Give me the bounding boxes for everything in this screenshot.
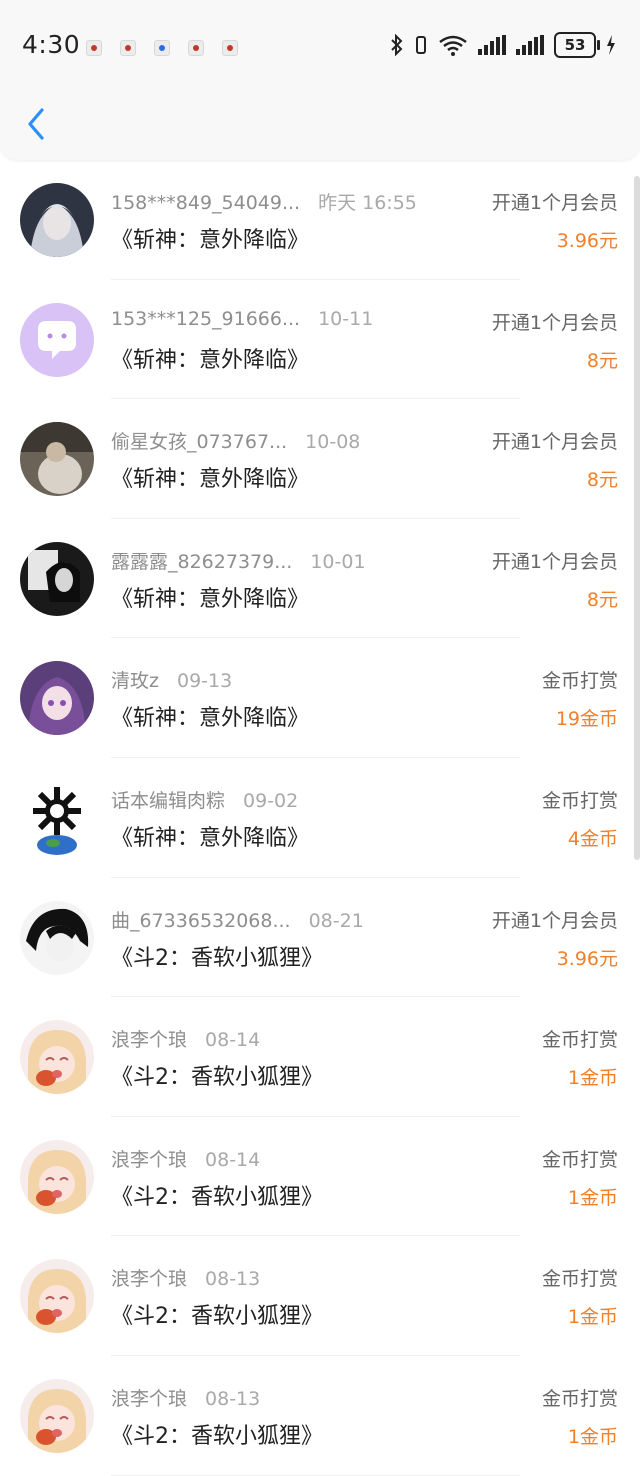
reward-amount: 8元 — [586, 349, 618, 372]
reward-amount: 1金币 — [567, 1425, 618, 1448]
avatar-pink-anime[interactable] — [20, 1259, 94, 1334]
reward-type: 开通1个月会员 — [491, 311, 618, 334]
user-name: 曲_67336532068... — [111, 909, 291, 932]
reward-type: 金币打赏 — [541, 670, 618, 693]
list-item[interactable]: 话本编辑肉粽 09-02 《斩神：意外降临》 金币打赏 4金币 — [0, 758, 640, 878]
reward-amount: 8元 — [586, 588, 618, 611]
book-title: 《斗2：香软小狐狸》 — [111, 1184, 323, 1210]
date-label: 10-08 — [305, 431, 361, 454]
list-item[interactable]: 浪李个琅 08-13 《斗2：香软小狐狸》 金币打赏 1金币 — [0, 1236, 640, 1356]
reward-amount: 3.96元 — [556, 947, 618, 970]
avatar-bw-selfie[interactable] — [20, 541, 94, 616]
app-notification-icon — [120, 40, 136, 56]
book-title: 《斩神：意外降临》 — [111, 586, 310, 612]
signal-2-icon — [516, 35, 544, 55]
reward-type: 开通1个月会员 — [491, 550, 618, 573]
app-notification-icon — [188, 40, 204, 56]
date-label: 08-21 — [308, 909, 364, 932]
user-name: 浪李个琅 — [111, 1387, 188, 1410]
book-title: 《斩神：意外降临》 — [111, 706, 310, 732]
app-notification-icon — [222, 40, 238, 56]
user-name: 浪李个琅 — [111, 1268, 188, 1291]
book-title: 《斩神：意外降临》 — [111, 467, 310, 493]
reward-type: 金币打赏 — [541, 1268, 618, 1291]
reward-type: 金币打赏 — [541, 1148, 618, 1171]
list-item[interactable]: 浪李个琅 08-14 《斗2：香软小狐狸》 金币打赏 1金币 — [0, 997, 640, 1117]
date-label: 昨天 16:55 — [318, 192, 417, 214]
list-item[interactable]: 153***125_91666... 10-11 《斩神：意外降临》 开通1个月会… — [0, 280, 640, 400]
reward-list: 158***849_54049... 昨天 16:55 《斩神：意外降临》 开通1… — [0, 160, 640, 1476]
reward-amount: 19金币 — [555, 708, 618, 731]
avatar-skull-globe[interactable] — [20, 780, 94, 855]
date-label: 08-13 — [205, 1268, 261, 1291]
reward-type: 金币打赏 — [541, 789, 618, 812]
reward-amount: 4金币 — [567, 827, 618, 850]
list-item[interactable]: 偷星女孩_073767... 10-08 《斩神：意外降临》 开通1个月会员 8元 — [0, 399, 640, 519]
user-name: 露露露_82627379... — [111, 550, 293, 573]
avatar-pink-anime[interactable] — [20, 1378, 94, 1453]
app-notification-icon — [86, 40, 102, 56]
user-name: 清玫z — [111, 670, 159, 693]
date-label: 09-02 — [243, 789, 299, 812]
book-title: 《斗2：香软小狐狸》 — [111, 1423, 323, 1449]
reward-type: 金币打赏 — [541, 1029, 618, 1052]
reward-type: 金币打赏 — [541, 1387, 618, 1410]
back-button[interactable] — [18, 102, 54, 146]
date-label: 08-13 — [205, 1387, 261, 1410]
battery-icon: 53 — [554, 32, 600, 58]
user-name: 浪李个琅 — [111, 1148, 188, 1171]
signal-1-icon — [478, 35, 506, 55]
date-label: 08-14 — [205, 1029, 261, 1052]
list-item[interactable]: 露露露_82627379... 10-01 《斩神：意外降临》 开通1个月会员 8… — [0, 519, 640, 639]
date-label: 09-13 — [176, 670, 233, 693]
avatar-purple-anime[interactable] — [20, 661, 94, 736]
user-name: 偷星女孩_073767... — [111, 431, 288, 454]
date-label: 10-01 — [310, 550, 366, 573]
list-item[interactable]: 清玫z 09-13 《斩神：意外降临》 金币打赏 19金币 — [0, 638, 640, 758]
avatar-pink-anime[interactable] — [20, 1139, 94, 1214]
user-name: 话本编辑肉粽 — [111, 789, 226, 812]
date-label: 10-11 — [318, 307, 374, 330]
divider — [111, 1474, 520, 1476]
bluetooth-icon — [391, 34, 403, 56]
avatar-silver-hair[interactable] — [20, 183, 94, 257]
book-title: 《斩神：意外降临》 — [111, 228, 310, 253]
avatar-photo-girl[interactable] — [20, 422, 94, 497]
app-notification-icon — [154, 40, 170, 56]
reward-amount: 1金币 — [567, 1186, 618, 1209]
user-name: 浪李个琅 — [111, 1029, 188, 1052]
book-title: 《斗2：香软小狐狸》 — [111, 1065, 323, 1091]
book-title: 《斗2：香软小狐狸》 — [111, 945, 323, 971]
avatar-chat-bubble[interactable] — [20, 302, 94, 377]
reward-amount: 3.96元 — [556, 230, 618, 252]
chevron-left-icon — [28, 108, 44, 140]
list-item[interactable]: 浪李个琅 08-13 《斗2：香软小狐狸》 金币打赏 1金币 — [0, 1356, 640, 1476]
user-name: 153***125_91666... — [111, 307, 301, 330]
vibrate-icon — [416, 36, 426, 54]
reward-amount: 8元 — [586, 469, 618, 492]
status-time: 4:30 — [22, 30, 81, 59]
reward-type: 开通1个月会员 — [491, 909, 618, 932]
notification-icons — [86, 40, 238, 56]
top-bar: 4:30 53 — [0, 0, 640, 160]
reward-amount: 1金币 — [567, 1067, 618, 1090]
book-title: 《斩神：意外降临》 — [111, 825, 310, 851]
avatar-pink-anime[interactable] — [20, 1020, 94, 1095]
list-item[interactable]: 158***849_54049... 昨天 16:55 《斩神：意外降临》 开通1… — [0, 160, 640, 280]
charging-icon — [607, 35, 615, 55]
date-label: 08-14 — [205, 1148, 261, 1171]
list-item[interactable]: 浪李个琅 08-14 《斗2：香软小狐狸》 金币打赏 1金币 — [0, 1117, 640, 1237]
user-name: 158***849_54049... — [111, 192, 301, 214]
list-item[interactable]: 曲_67336532068... 08-21 《斗2：香软小狐狸》 开通1个月会员… — [0, 878, 640, 998]
reward-type: 开通1个月会员 — [491, 192, 618, 214]
book-title: 《斩神：意外降临》 — [111, 347, 310, 373]
wifi-icon — [439, 35, 467, 56]
avatar-bw-anime[interactable] — [20, 900, 94, 975]
scrollbar[interactable] — [634, 176, 640, 860]
reward-amount: 1金币 — [567, 1306, 618, 1329]
status-icons: 53 — [390, 32, 616, 58]
reward-type: 开通1个月会员 — [491, 431, 618, 454]
book-title: 《斗2：香软小狐狸》 — [111, 1304, 323, 1330]
